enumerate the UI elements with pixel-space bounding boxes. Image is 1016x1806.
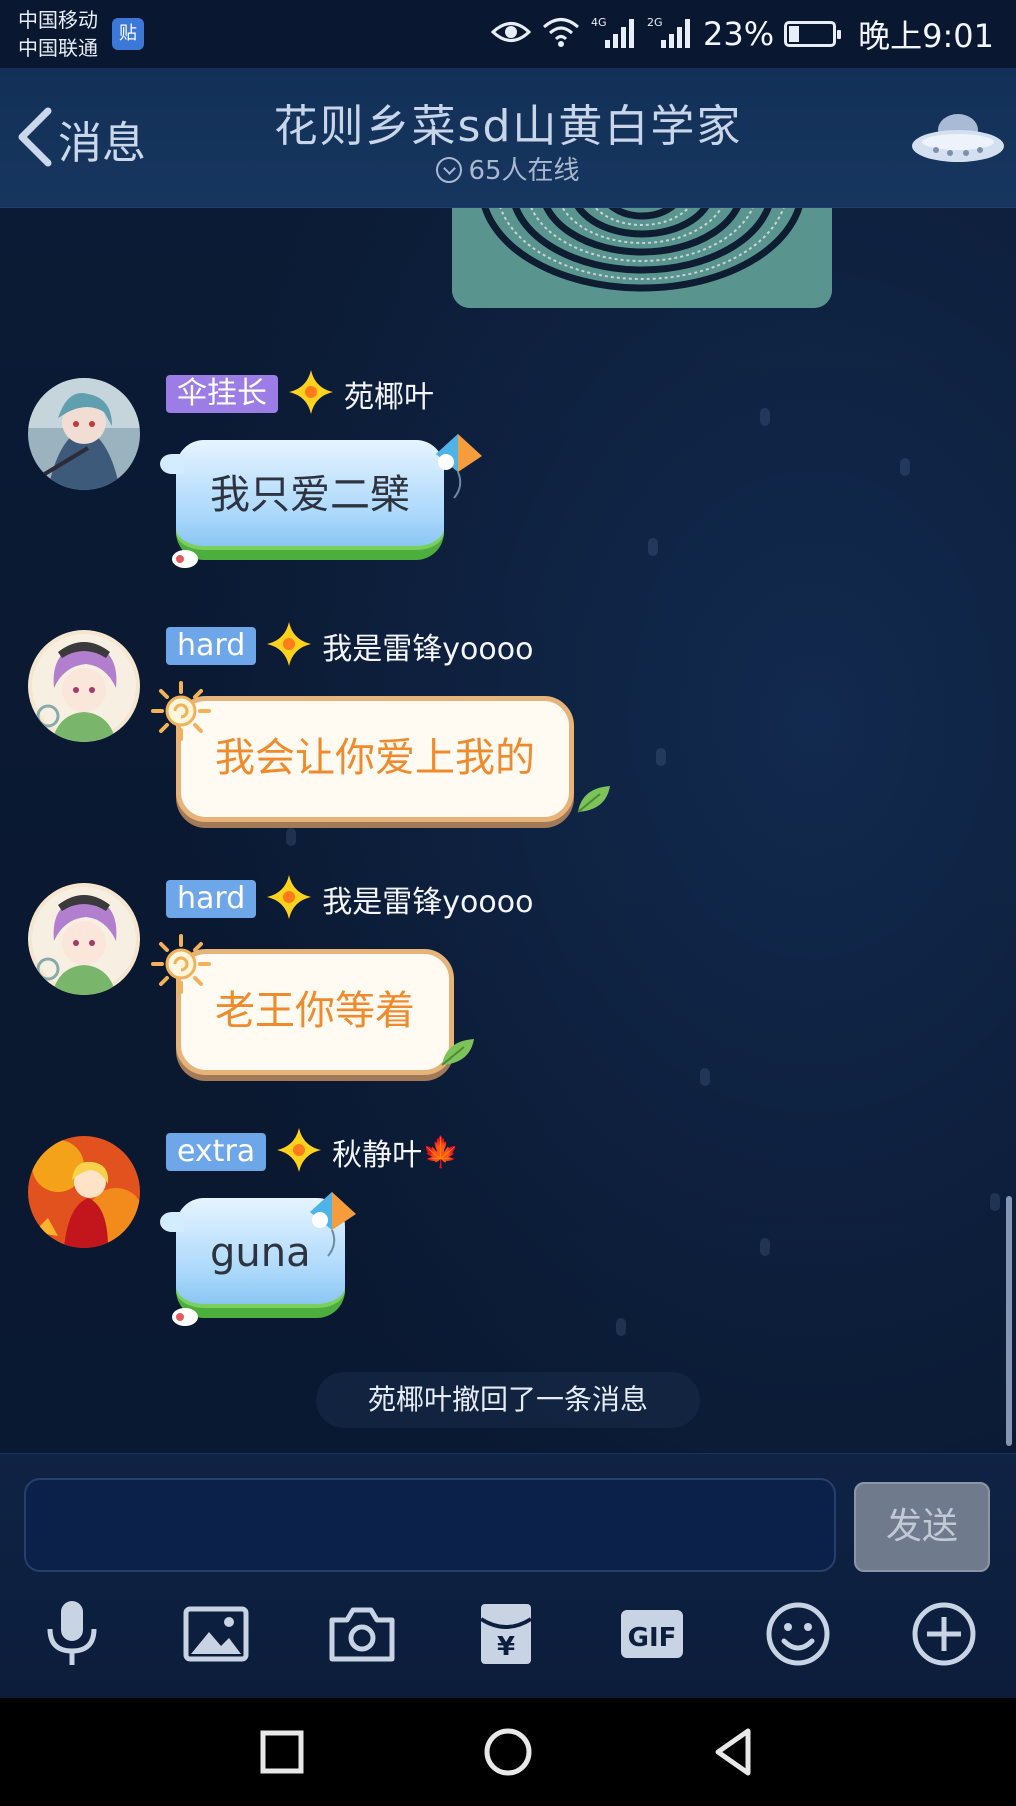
carrier-2: 中国联通	[18, 36, 98, 60]
chat-header: 消息 花则乡菜sd山黄白学家 65人在线	[0, 68, 1016, 208]
sun-icon	[150, 933, 212, 999]
back-icon[interactable]	[704, 1722, 764, 1782]
send-button[interactable]: 发送	[854, 1482, 990, 1572]
group-title[interactable]: 花则乡菜sd山黄白学家	[200, 90, 816, 154]
nickname[interactable]: 苑椰叶	[344, 372, 434, 416]
message-bubble[interactable]: 我只爱二檗	[160, 440, 444, 560]
eye-icon	[490, 17, 532, 51]
gif-icon[interactable]: GIF	[612, 1594, 692, 1674]
snow-decoration	[648, 538, 658, 556]
battery-percent: 23%	[703, 15, 775, 53]
nickname[interactable]: 我是雷锋yoooo	[322, 877, 533, 921]
avatar[interactable]	[28, 378, 140, 490]
user-title-badge: hard	[166, 880, 257, 918]
message-bubble[interactable]: 老王你等着	[176, 949, 454, 1075]
message-meta: 伞挂长 苑椰叶	[166, 370, 434, 416]
recall-notice: 苑椰叶撤回了一条消息	[316, 1372, 700, 1428]
recent-apps-icon[interactable]	[252, 1722, 312, 1782]
message-text: 我只爱二檗	[210, 472, 410, 518]
svg-text:4G: 4G	[591, 16, 607, 29]
online-count[interactable]: 65人在线	[200, 150, 816, 187]
status-bar: 中国移动 中国联通 贴 4G 2G 23% 晚上9:01	[0, 0, 1016, 68]
back-chevron-icon	[14, 105, 56, 173]
sun-icon	[150, 680, 212, 746]
snow-decoration	[656, 748, 666, 766]
emoji-icon[interactable]	[758, 1594, 838, 1674]
carrier-1: 中国移动	[18, 8, 98, 32]
message-text: 我会让你爱上我的	[215, 735, 535, 781]
message-meta: hard 我是雷锋yoooo	[166, 875, 533, 921]
wifi-icon	[541, 15, 581, 53]
message-text: 老王你等着	[215, 988, 415, 1034]
snow-decoration	[900, 458, 910, 476]
scrollbar[interactable]	[1006, 1196, 1012, 1446]
avatar[interactable]	[28, 883, 140, 995]
tieba-app-icon: 贴	[112, 18, 144, 50]
user-title-badge: extra	[166, 1133, 267, 1171]
message-list[interactable]: 伞挂长 苑椰叶 我只爱二檗 hard 我是雷锋yoooo 我会让你爱上我的 ha…	[0, 208, 1016, 1453]
back-button[interactable]: 消息	[14, 104, 146, 174]
home-icon[interactable]	[478, 1722, 538, 1782]
snow-decoration	[616, 1318, 626, 1336]
input-toolbar: ¥ GIF	[0, 1594, 1016, 1694]
avatar[interactable]	[28, 630, 140, 742]
message-input[interactable]	[24, 1478, 836, 1572]
snow-decoration	[760, 1238, 770, 1256]
microphone-icon[interactable]	[32, 1594, 112, 1674]
nickname[interactable]: 我是雷锋yoooo	[322, 624, 533, 668]
image-icon[interactable]	[176, 1594, 256, 1674]
back-label: 消息	[58, 118, 146, 169]
camera-icon[interactable]	[322, 1594, 402, 1674]
svg-text:2G: 2G	[647, 16, 663, 29]
user-title-badge: hard	[166, 627, 257, 665]
maple-leaf-emoji: 🍁	[422, 1134, 460, 1170]
sparkle-icon	[276, 1127, 322, 1177]
system-nav-bar	[0, 1698, 1016, 1806]
leaf-icon	[440, 1037, 476, 1071]
nickname[interactable]: 秋静叶	[332, 1130, 422, 1174]
online-chevron-icon	[436, 157, 463, 183]
snow-decoration	[700, 1068, 710, 1086]
snow-decoration	[990, 1193, 1000, 1211]
bubble-deco-icon	[170, 1306, 200, 1332]
snow-decoration	[286, 828, 296, 846]
avatar[interactable]	[28, 1136, 140, 1248]
chat-screen: 中国移动 中国联通 贴 4G 2G 23% 晚上9:01 消息 花则乡菜sd山黄…	[0, 0, 1016, 1806]
input-bar: 发送 ¥ GIF	[0, 1453, 1016, 1698]
user-title-badge: 伞挂长	[166, 375, 278, 413]
ufo-icon[interactable]	[910, 108, 1006, 176]
signal-4g-icon: 4G	[591, 14, 637, 54]
sparkle-icon	[288, 369, 334, 419]
message-meta: hard 我是雷锋yoooo	[166, 622, 533, 668]
snow-decoration	[760, 408, 770, 426]
sparkle-icon	[266, 621, 312, 671]
message-text: guna	[210, 1230, 311, 1276]
signal-2g-icon: 2G	[647, 14, 693, 54]
kite-icon	[302, 1190, 362, 1264]
red-packet-icon[interactable]: ¥	[466, 1594, 546, 1674]
leaf-icon	[576, 784, 612, 818]
online-text: 65人在线	[468, 156, 580, 186]
clock: 晚上9:01	[858, 17, 994, 55]
carriers: 中国移动 中国联通	[18, 6, 98, 62]
kite-icon	[428, 432, 488, 506]
sparkle-icon	[266, 874, 312, 924]
svg-text:¥: ¥	[497, 1632, 515, 1662]
svg-text:GIF: GIF	[628, 1623, 677, 1653]
bubble-deco-icon	[170, 548, 200, 574]
message-meta: extra 秋静叶 🍁	[166, 1128, 460, 1174]
plus-icon[interactable]	[904, 1594, 984, 1674]
image-message[interactable]	[452, 208, 832, 308]
battery-icon	[784, 21, 842, 47]
battery-fill	[789, 26, 800, 42]
message-bubble[interactable]: 我会让你爱上我的	[176, 696, 574, 822]
status-icons: 4G 2G 23% 晚上9:01	[490, 12, 994, 56]
